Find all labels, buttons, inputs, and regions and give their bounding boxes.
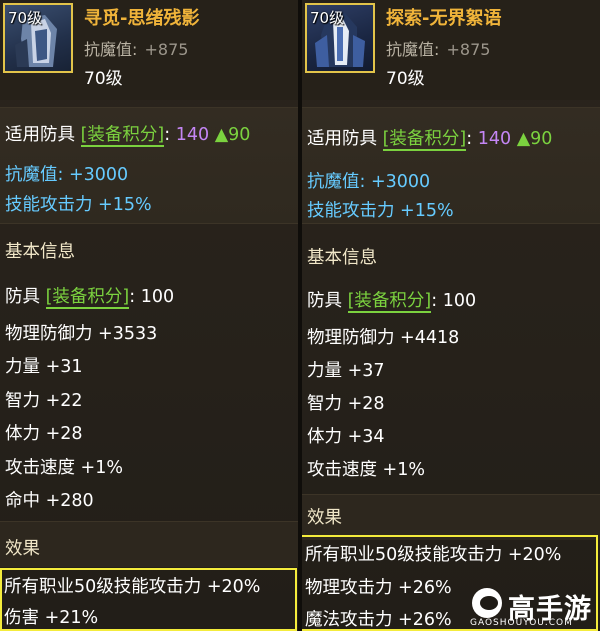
section-title-basic: 基本信息 (5, 242, 75, 262)
stat-line: 攻击速度 +1% (307, 460, 425, 480)
armor-line: 防具 [装备积分]: 100 (307, 287, 477, 313)
armor-score-value: : 100 (129, 287, 175, 307)
item-name: 寻觅-思绪残影 (84, 8, 200, 29)
sub-stat-label: 抗魔值: (84, 40, 138, 59)
item-header: 70级 探索-无界絮语 抗魔值: +875 70级 (302, 0, 600, 100)
stat-line: 力量 +37 (307, 361, 385, 381)
stat-line: 物理防御力 +4418 (307, 328, 460, 348)
armor-score-tag[interactable]: [装备积分] (45, 287, 130, 309)
score-diff: ▲90 (214, 125, 251, 145)
level-badge: 70级 (310, 9, 345, 27)
tooltip-panel-left: 70级 寻觅-思绪残影 抗魔值: +875 70级 适用防具 [装备积分]: 1… (0, 0, 298, 631)
armor-label: 防具 (5, 287, 40, 307)
armor-score-value: : 100 (431, 291, 477, 311)
effect-line: 所有职业50级技能攻击力 +20% (4, 577, 261, 597)
stat-line: 智力 +28 (307, 394, 385, 414)
score-line: 适用防具 [装备积分]: 140 ▲90 (307, 125, 553, 151)
stat-line: 体力 +34 (307, 427, 385, 447)
sub-stat: 抗魔值: +875 (386, 36, 490, 60)
level-badge: 70级 (8, 9, 43, 27)
effect-line: 所有职业50级技能攻击力 +20% (305, 545, 562, 565)
tooltip-panel-right: 70级 探索-无界絮语 抗魔值: +875 70级 适用防具 [装备积分]: 1… (302, 0, 600, 631)
sub-stat-value: +875 (144, 40, 189, 59)
score-colon: : (466, 129, 473, 149)
item-icon[interactable]: 70级 (305, 3, 375, 73)
stat-line: 物理防御力 +3533 (5, 324, 158, 344)
bonus-stat: 技能攻击力 +15% (307, 201, 454, 221)
armor-label: 防具 (307, 291, 342, 311)
score-tag[interactable]: [装备积分] (80, 125, 165, 147)
item-icon[interactable]: 70级 (3, 3, 73, 73)
score-tag[interactable]: [装备积分] (382, 129, 467, 151)
brand-logo-icon (472, 588, 502, 618)
section-title-effect: 效果 (307, 508, 342, 528)
effect-header-band (0, 521, 298, 567)
sub-stat-label: 抗魔值: (386, 40, 440, 59)
watermark-logo: 高手游 GAOSHOUYOU.COM (462, 584, 600, 631)
effect-line: 魔法攻击力 +26% (305, 610, 452, 630)
section-title-basic: 基本信息 (307, 248, 377, 268)
required-level: 70级 (386, 69, 425, 89)
effect-line: 伤害 +21% (4, 608, 99, 628)
score-value: 140 (477, 129, 512, 149)
required-level: 70级 (84, 69, 123, 89)
score-diff: ▲90 (516, 129, 553, 149)
score-line: 适用防具 [装备积分]: 140 ▲90 (5, 121, 251, 147)
item-name: 探索-无界絮语 (386, 8, 502, 29)
bonus-stat: 技能攻击力 +15% (5, 195, 152, 215)
stat-line: 命中 +280 (5, 491, 94, 511)
effect-line: 物理攻击力 +26% (305, 578, 452, 598)
section-title-effect: 效果 (5, 539, 40, 559)
stat-line: 智力 +22 (5, 391, 83, 411)
slot-label: 适用防具 (307, 129, 377, 149)
score-colon: : (164, 125, 171, 145)
stat-line: 攻击速度 +1% (5, 458, 123, 478)
stat-line: 体力 +28 (5, 424, 83, 444)
brand-url: GAOSHOUYOU.COM (470, 618, 573, 628)
score-value: 140 (175, 125, 210, 145)
sub-stat: 抗魔值: +875 (84, 36, 188, 60)
effect-header-band (302, 494, 600, 540)
item-header: 70级 寻觅-思绪残影 抗魔值: +875 70级 (0, 0, 298, 100)
bonus-stat: 抗魔值: +3000 (307, 172, 431, 192)
sub-stat-value: +875 (446, 40, 491, 59)
armor-line: 防具 [装备积分]: 100 (5, 283, 175, 309)
bonus-stat: 抗魔值: +3000 (5, 165, 129, 185)
slot-label: 适用防具 (5, 125, 75, 145)
armor-score-tag[interactable]: [装备积分] (347, 291, 432, 313)
stat-line: 力量 +31 (5, 357, 83, 377)
